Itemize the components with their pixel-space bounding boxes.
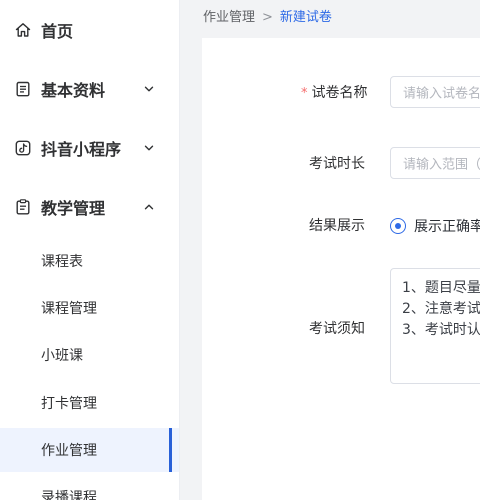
sidebar-subitem-course-management[interactable]: 课程管理 <box>0 286 179 330</box>
sidebar-subitem-label: 打卡管理 <box>41 396 97 412</box>
sidebar-subitem-label: 课程表 <box>41 254 83 270</box>
sidebar-item-label: 抖音小程序 <box>41 140 122 159</box>
exam-notice-textarea[interactable]: 1、题目尽量独立完成 2、注意考试时间 3、考试时认真审题 <box>390 268 480 384</box>
chevron-down-icon <box>144 145 154 151</box>
required-mark: * <box>301 86 308 101</box>
active-indicator <box>169 428 172 472</box>
sidebar-subitem-homework-management[interactable]: 作业管理 <box>0 428 179 472</box>
sidebar-subitem-label: 录播课程 <box>41 490 97 500</box>
notice-line: 2、注意考试时间 <box>402 301 480 317</box>
breadcrumb-parent[interactable]: 作业管理 <box>203 10 255 25</box>
sidebar-item-teaching-management[interactable]: 教学管理 <box>0 183 179 231</box>
exam-name-label: * 试卷名称 <box>301 85 368 101</box>
breadcrumb: 作业管理 > 新建试卷 <box>203 6 332 25</box>
sidebar-subitem-recorded-courses[interactable]: 录播课程 <box>0 475 179 500</box>
document-icon <box>16 81 30 97</box>
sidebar-item-basic-info[interactable]: 基本资料 <box>0 65 179 113</box>
chevron-down-icon <box>144 86 154 92</box>
sidebar-subitem-label: 作业管理 <box>41 443 97 459</box>
radio-checked-icon <box>390 218 406 234</box>
breadcrumb-current: 新建试卷 <box>279 10 332 25</box>
sidebar-subitem-label: 小班课 <box>41 348 83 364</box>
notice-line: 3、考试时认真审题 <box>402 322 480 338</box>
exam-duration-input[interactable]: 请输入范围（分钟） <box>390 147 480 179</box>
clipboard-icon <box>16 199 30 215</box>
tiktok-icon <box>15 140 31 156</box>
sidebar: 首页 基本资料 抖音小程序 教学管理 课程表 课程管理 小班课 打卡管理 作业管… <box>0 0 180 500</box>
sidebar-item-home[interactable]: 首页 <box>0 6 179 54</box>
sidebar-subitem-small-class[interactable]: 小班课 <box>0 333 179 377</box>
sidebar-item-douyin-miniprogram[interactable]: 抖音小程序 <box>0 124 179 172</box>
sidebar-subitem-checkin-management[interactable]: 打卡管理 <box>0 381 179 425</box>
result-display-label: 结果展示 <box>309 218 365 234</box>
notice-line: 1、题目尽量独立完成 <box>402 280 480 296</box>
exam-duration-placeholder: 请输入范围（分钟） <box>403 157 480 173</box>
exam-name-input[interactable]: 请输入试卷名称 <box>390 76 480 108</box>
radio-label: 展示正确率 <box>414 219 480 235</box>
sidebar-subitem-label: 课程管理 <box>41 301 97 317</box>
exam-duration-label: 考试时长 <box>309 156 365 172</box>
sidebar-item-label: 教学管理 <box>41 199 106 218</box>
show-accuracy-radio[interactable]: 展示正确率 <box>390 216 480 236</box>
chevron-up-icon <box>144 204 154 210</box>
exam-notice-label: 考试须知 <box>309 321 365 337</box>
main-content: 作业管理 > 新建试卷 <box>180 0 480 500</box>
sidebar-item-label: 基本资料 <box>41 81 106 100</box>
sidebar-item-label: 首页 <box>41 22 74 41</box>
home-icon <box>15 23 31 37</box>
exam-name-placeholder: 请输入试卷名称 <box>403 86 480 102</box>
breadcrumb-separator: > <box>262 10 273 25</box>
sidebar-subitem-schedule[interactable]: 课程表 <box>0 239 179 283</box>
